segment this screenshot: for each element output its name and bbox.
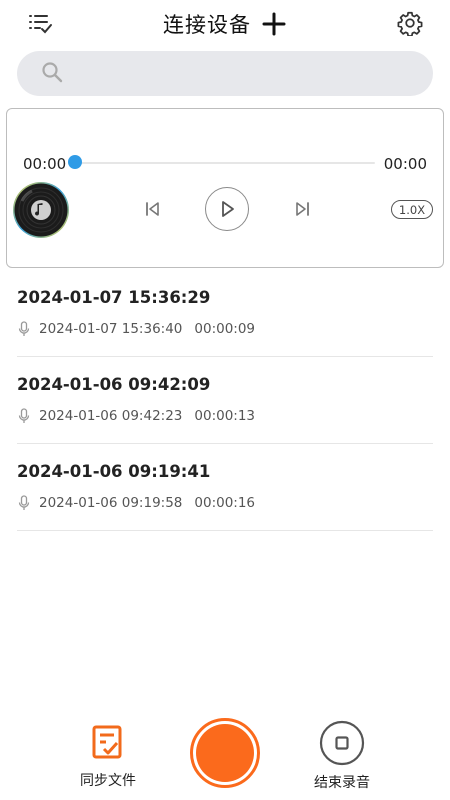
playback-speed-button[interactable]: 1.0X [391, 200, 433, 219]
play-icon [222, 201, 234, 217]
recording-meta: 2024-01-07 15:36:40 00:00:09 [18, 321, 255, 337]
stop-recording-button[interactable]: 结束录音 [306, 720, 378, 794]
microphone-icon [18, 495, 32, 511]
skip-previous-icon[interactable] [141, 197, 165, 221]
recording-title: 2024-01-06 09:19:41 [17, 462, 211, 481]
recording-timestamp: 2024-01-06 09:19:58 [39, 495, 183, 511]
recording-duration: 00:00:16 [194, 495, 256, 511]
list-item[interactable]: 2024-01-06 09:42:09 2024-01-06 09:42:23 … [17, 357, 433, 444]
total-time: 00:00 [383, 155, 427, 173]
recording-timestamp: 2024-01-07 15:36:40 [39, 321, 183, 337]
sync-files-button[interactable]: 同步文件 [72, 724, 144, 794]
microphone-icon [18, 321, 32, 337]
current-time: 00:00 [23, 155, 67, 173]
music-disc-icon [12, 181, 70, 239]
microphone-icon [18, 408, 32, 424]
document-check-icon [91, 724, 125, 764]
recording-duration: 00:00:09 [194, 321, 256, 337]
sync-files-label: 同步文件 [80, 773, 136, 789]
recording-list: 2024-01-07 15:36:29 2024-01-07 15:36:40 … [17, 270, 433, 531]
record-button[interactable] [190, 718, 260, 788]
recording-title: 2024-01-07 15:36:29 [17, 288, 211, 307]
audio-player: 00:00 00:00 1.0X [6, 108, 444, 268]
bottom-bar: 同步文件 结束录音 [0, 700, 450, 800]
list-item[interactable]: 2024-01-06 09:19:41 2024-01-06 09:19:58 … [17, 444, 433, 531]
progress-thumb[interactable] [68, 155, 82, 169]
recording-meta: 2024-01-06 09:42:23 00:00:13 [18, 408, 255, 424]
stop-icon [319, 720, 365, 770]
search-input[interactable] [71, 51, 433, 96]
title-area: 连接设备 [0, 6, 450, 42]
top-bar: 连接设备 [0, 0, 450, 48]
recording-meta: 2024-01-06 09:19:58 00:00:16 [18, 495, 255, 511]
plus-icon[interactable] [261, 11, 287, 37]
page-title: 连接设备 [163, 13, 251, 37]
play-button[interactable] [205, 187, 249, 231]
recording-duration: 00:00:13 [194, 408, 256, 424]
record-indicator [196, 724, 254, 782]
search-bar[interactable] [17, 51, 433, 96]
gear-icon[interactable] [394, 7, 426, 39]
recording-timestamp: 2024-01-06 09:42:23 [39, 408, 183, 424]
progress-track[interactable] [75, 162, 375, 164]
stop-recording-label: 结束录音 [314, 775, 370, 791]
search-icon [41, 61, 63, 87]
list-item[interactable]: 2024-01-07 15:36:29 2024-01-07 15:36:40 … [17, 270, 433, 357]
recording-title: 2024-01-06 09:42:09 [17, 375, 211, 394]
skip-next-icon[interactable] [290, 197, 314, 221]
